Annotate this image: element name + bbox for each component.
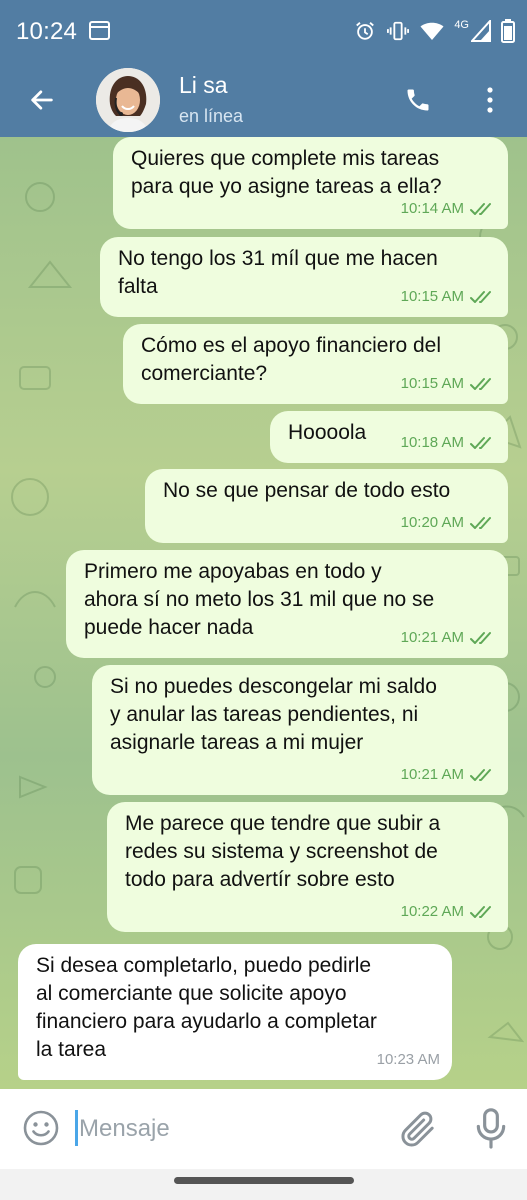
message-meta: 10:15 AM	[401, 283, 496, 311]
home-gesture-bar[interactable]	[174, 1177, 354, 1184]
message-text: No se que pensar de todo esto	[163, 479, 451, 502]
incoming-message[interactable]: Si desea completarlo, puedo pedirle al c…	[18, 944, 452, 1080]
double-check-icon	[470, 378, 491, 390]
message-meta: 10:23 AM	[377, 1046, 440, 1074]
double-check-icon	[470, 769, 491, 781]
avatar[interactable]	[96, 68, 160, 132]
outgoing-message[interactable]: Quieres que complete mis tareas para que…	[113, 137, 508, 229]
outgoing-message[interactable]: Hoooola 10:18 AM	[270, 411, 508, 463]
notification-app-icon	[89, 21, 110, 40]
system-navigation-bar	[0, 1169, 527, 1200]
attach-button[interactable]	[398, 1109, 438, 1149]
message-meta: 10:22 AM	[401, 898, 496, 926]
smiley-icon	[23, 1110, 59, 1146]
message-time: 10:21 AM	[400, 629, 464, 646]
arrow-left-icon	[31, 90, 53, 110]
microphone-button[interactable]	[472, 1107, 510, 1149]
message-meta: 10:18 AM	[401, 429, 496, 457]
message-time: 10:15 AM	[400, 375, 464, 392]
more-options-button[interactable]	[474, 80, 506, 120]
outgoing-message[interactable]: No se que pensar de todo esto 10:20 AM	[145, 469, 508, 543]
signal-icon	[471, 20, 491, 42]
double-check-icon	[470, 437, 491, 449]
outgoing-message[interactable]: Me parece que tendre que subir a redes s…	[107, 802, 508, 932]
battery-icon	[501, 19, 515, 43]
double-check-icon	[470, 203, 491, 215]
message-time: 10:23 AM	[376, 1051, 440, 1068]
microphone-icon	[476, 1108, 506, 1149]
chat-area[interactable]: Quieres que complete mis tareas para que…	[0, 137, 527, 1089]
double-check-icon	[470, 291, 491, 303]
contact-name[interactable]: Li sa	[179, 72, 228, 99]
message-text: Si no puedes descongelar mi saldo y anul…	[110, 675, 437, 754]
double-check-icon	[470, 906, 491, 918]
wifi-icon	[420, 22, 444, 40]
message-time: 10:14 AM	[400, 200, 464, 217]
outgoing-message[interactable]: Cómo es el apoyo financiero del comercia…	[123, 324, 508, 404]
vibrate-icon	[387, 21, 410, 41]
message-text: Quieres que complete mis tareas para que…	[131, 147, 442, 198]
chat-header: Li sa en línea	[0, 62, 527, 137]
network-type-label: 4G	[454, 19, 469, 31]
message-time: 10:21 AM	[400, 766, 464, 783]
alarm-icon	[356, 22, 375, 40]
text-cursor	[75, 1110, 78, 1146]
paperclip-icon	[401, 1111, 434, 1147]
double-check-icon	[470, 632, 491, 644]
status-icons: 4G	[354, 16, 515, 46]
message-meta: 10:21 AM	[401, 761, 496, 789]
message-meta: 10:21 AM	[401, 624, 496, 652]
status-bar: 10:24 4G	[0, 0, 527, 62]
outgoing-message[interactable]: No tengo los 31 míl que me hacen falta 10…	[100, 237, 508, 317]
phone-icon	[407, 89, 429, 111]
message-text: Me parece que tendre que subir a redes s…	[125, 812, 441, 891]
back-button[interactable]	[22, 80, 62, 120]
message-time: 10:18 AM	[400, 434, 464, 451]
more-vertical-icon	[487, 87, 493, 113]
contact-status: en línea	[179, 106, 244, 126]
status-time: 10:24	[16, 18, 78, 45]
double-check-icon	[470, 517, 491, 529]
message-time: 10:22 AM	[400, 903, 464, 920]
avatar-image	[96, 68, 160, 132]
message-meta: 10:20 AM	[401, 509, 496, 537]
message-meta: 10:14 AM	[401, 195, 496, 223]
message-time: 10:15 AM	[400, 288, 464, 305]
message-time: 10:20 AM	[400, 514, 464, 531]
call-button[interactable]	[398, 80, 438, 120]
outgoing-message[interactable]: Primero me apoyabas en todo y ahora sí n…	[66, 550, 508, 658]
message-input-bar	[0, 1089, 527, 1169]
message-input[interactable]	[79, 1113, 369, 1145]
message-meta: 10:15 AM	[401, 370, 496, 398]
outgoing-message[interactable]: Si no puedes descongelar mi saldo y anul…	[92, 665, 508, 795]
emoji-button[interactable]	[22, 1109, 60, 1147]
